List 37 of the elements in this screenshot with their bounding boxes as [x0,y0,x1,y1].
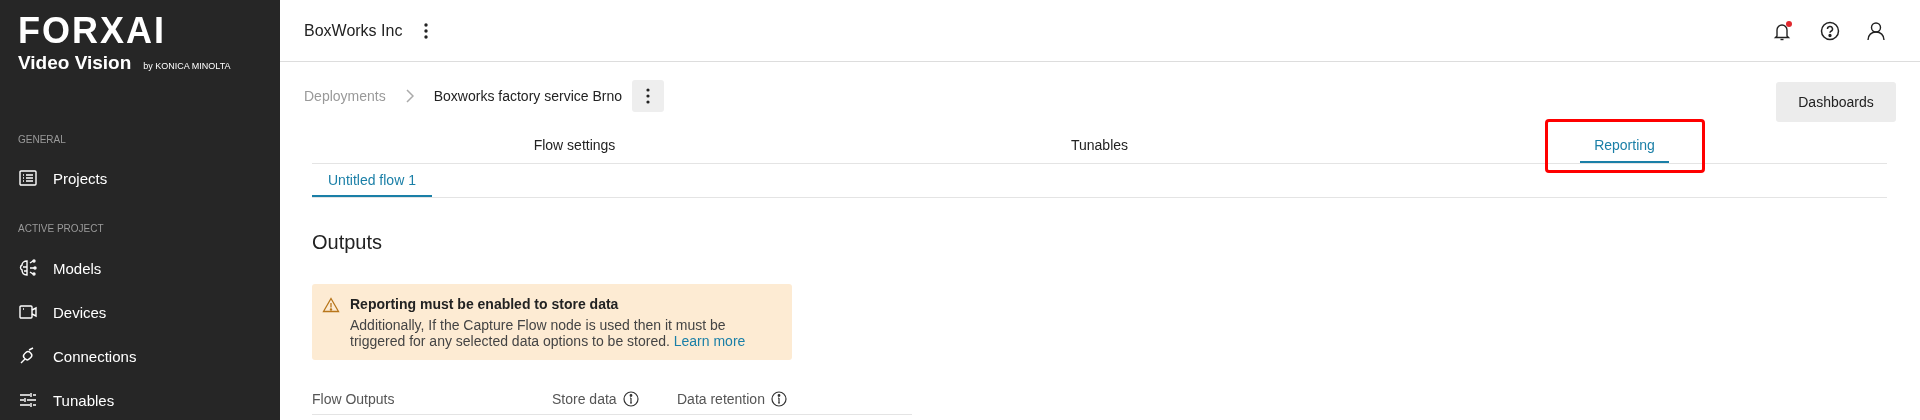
more-icon [646,88,650,104]
breadcrumb-link[interactable]: Boxworks factory service Brno [433,88,622,104]
maker-name: by KONICA MINOLTA [143,61,231,71]
warning-icon [322,297,340,313]
user-icon[interactable] [1866,20,1886,41]
dashboards-button[interactable]: Dashboards [1776,82,1896,122]
info-icon[interactable] [622,391,639,407]
camera-icon [18,302,38,322]
sidebar-item[interactable]: Tunables [18,378,135,420]
logo: FORXAI [18,16,166,46]
column-header: Store data [552,391,617,407]
section-title: Outputs [312,230,384,254]
sliders-icon [18,390,38,410]
alert-title: Reporting must be enabled to store data [350,296,620,312]
flow-tab[interactable]: Untitled flow 1 [312,164,432,197]
column-header: Data retention [677,391,765,407]
help-icon[interactable] [1820,20,1840,41]
alert-text: Additionally, If the Capture Flow node is used then it must be triggered for any selected data options to be stored. Learn more [350,317,747,349]
chevron-icon [405,89,414,103]
sidebar-item[interactable]: Connections [18,334,157,378]
brain-icon [18,258,38,278]
sidebar-item[interactable]: Models [18,246,122,290]
sidebar-item[interactable]: Projects [18,156,128,200]
organization-name: BoxWorks Inc [304,21,403,40]
more-icon[interactable] [424,22,429,39]
tab[interactable]: Flow settings [519,127,630,163]
product-name: Video Vision [18,52,132,74]
sidebar-item[interactable]: Devices [18,290,127,334]
bell-icon[interactable] [1772,19,1794,42]
learn-more-link[interactable]: Learn more [673,333,746,349]
tab[interactable]: Reporting [1580,127,1669,163]
section-label: GENERAL [18,134,67,146]
info-icon[interactable] [770,391,787,407]
tab[interactable]: Tunables [1056,127,1143,163]
column-header: Flow Outputs [312,391,395,407]
section-label: ACTIVE PROJECT [18,223,105,235]
list-icon [18,168,38,188]
